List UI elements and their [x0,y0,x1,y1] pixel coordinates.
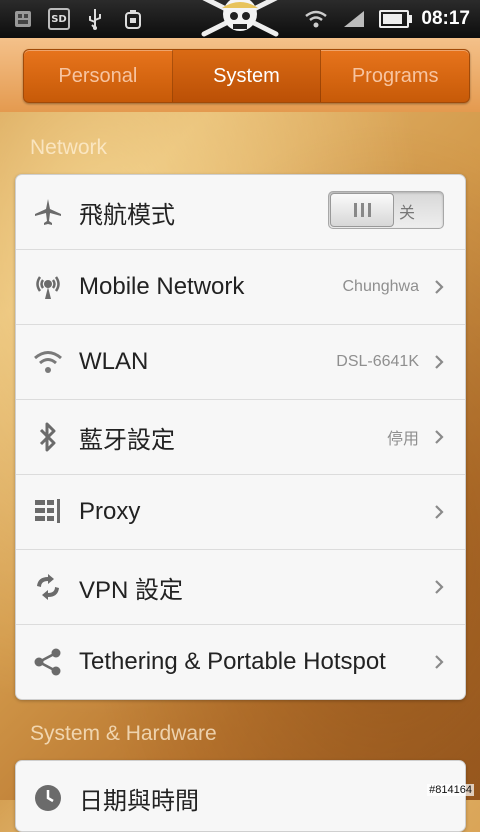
wifi-status-icon [303,6,329,32]
row-proxy[interactable]: Proxy [16,475,465,550]
row-wlan[interactable]: WLAN DSL-6641K [16,325,465,400]
airplane-icon [32,196,64,228]
wlan-label: WLAN [79,348,149,375]
proxy-label: Proxy [79,498,141,525]
pirate-skull-icon [200,0,280,38]
clock-time: 08:17 [421,8,470,29]
mobile-network-label: Mobile Network [79,273,245,300]
chevron-right-icon [435,430,444,444]
bluetooth-value: 停用 [386,431,419,448]
chevron-right-icon [435,355,444,369]
row-bluetooth[interactable]: 藍牙設定 停用 [16,400,465,475]
chevron-right-icon [435,580,444,594]
mobile-network-value: Chunghwa [342,278,420,295]
network-card: 飛航模式 关 Mobile Network Chunghwa WLAN DSL-… [15,174,466,700]
debug-icon [120,6,146,32]
chevron-right-icon [435,655,444,669]
clock-icon [32,782,64,814]
tab-personal[interactable]: Personal [24,50,173,102]
row-date-time[interactable]: 日期與時間 [16,761,465,831]
proxy-icon [32,496,64,528]
bluetooth-icon [32,421,64,453]
section-header-system-hardware: System & Hardware [30,722,217,745]
status-bar: SD 08:17 [0,0,480,38]
watermark-id: #814164 [427,784,474,796]
row-mobile-network[interactable]: Mobile Network Chunghwa [16,250,465,325]
status-left-icons: SD [10,6,146,32]
usb-icon [82,6,108,32]
system-hardware-card: 日期與時間 [15,760,466,832]
tabbar-area: Personal System Programs [0,38,480,112]
vpn-icon [32,571,64,603]
airplane-mode-toggle[interactable]: 关 [328,191,444,229]
wifi-icon [32,346,64,378]
chevron-right-icon [435,505,444,519]
signal-strength-icon [341,6,367,32]
battery-fill [383,14,403,24]
row-airplane-mode[interactable]: 飛航模式 关 [16,175,465,250]
grid-app-icon [10,6,36,32]
chevron-right-icon [435,280,444,294]
row-vpn[interactable]: VPN 設定 [16,550,465,625]
battery-icon [379,10,413,28]
vpn-label: VPN 設定 [79,576,184,604]
wlan-value: DSL-6641K [336,353,419,370]
sd-card-icon: SD [48,8,70,30]
toggle-knob[interactable] [330,193,394,227]
toggle-off-label: 关 [399,203,416,222]
bluetooth-label: 藍牙設定 [79,426,175,454]
signal-tower-icon [32,271,64,303]
tab-programs[interactable]: Programs [321,50,469,102]
sd-card-label: SD [51,13,67,25]
tab-system[interactable]: System [172,50,322,102]
date-time-label: 日期與時間 [79,787,199,815]
share-icon [32,646,64,678]
tethering-label: Tethering & Portable Hotspot [79,648,386,675]
row-tethering[interactable]: Tethering & Portable Hotspot [16,625,465,699]
settings-tabbar: Personal System Programs [23,49,470,103]
airplane-mode-label: 飛航模式 [79,201,175,229]
section-header-network: Network [30,136,108,159]
status-right-icons: 08:17 [303,6,470,32]
